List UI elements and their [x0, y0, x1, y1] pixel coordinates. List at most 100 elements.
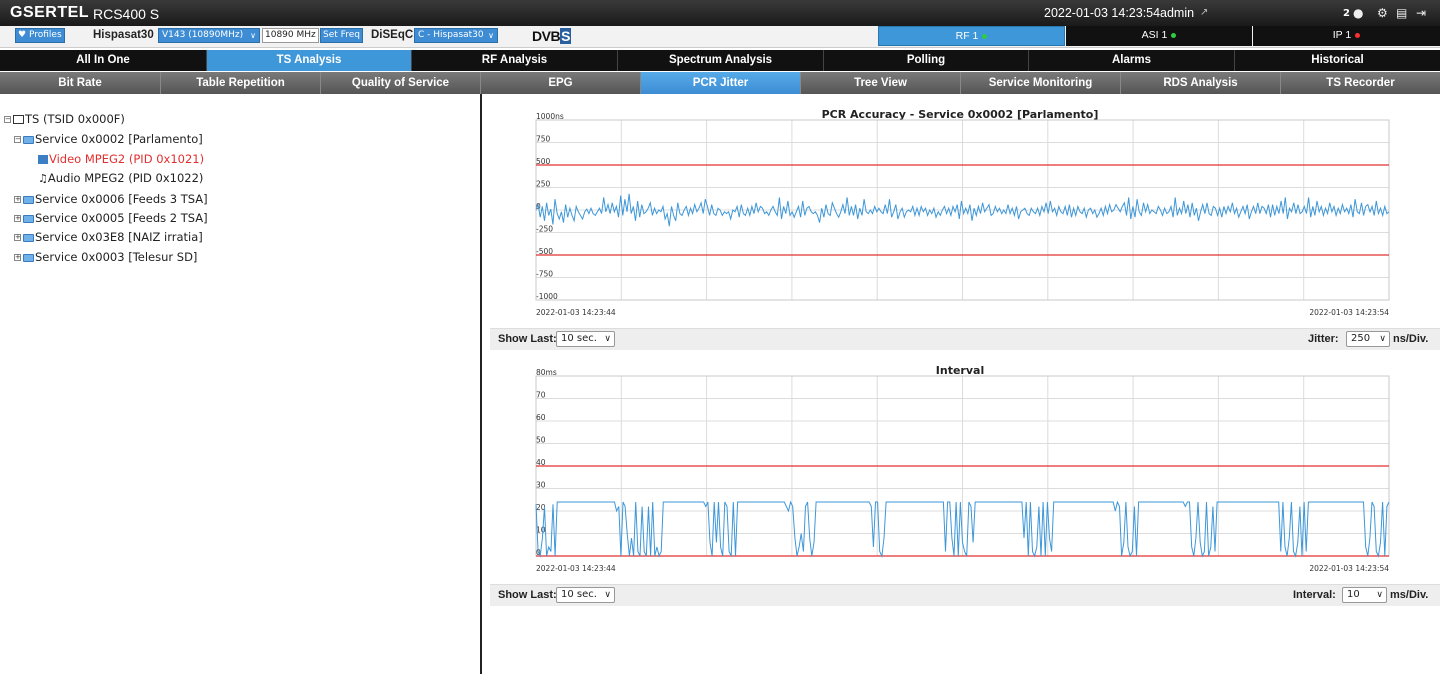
tree-node-audio[interactable]: ♫Audio MPEG2 (PID 0x1022)	[38, 171, 203, 185]
interval-value: 10	[1347, 589, 1360, 600]
chevron-down-icon: ∨	[604, 590, 611, 600]
tab-spectrum-analysis[interactable]: Spectrum Analysis	[618, 50, 824, 71]
diseqc-label: DiSEqC	[371, 29, 414, 41]
tree-label: Service 0x0002 [Parlamento]	[35, 132, 203, 146]
tree-node-service[interactable]: + Service 0x0006 [Feeds 3 TSA]	[14, 192, 208, 206]
tree-node-ts[interactable]: − TS (TSID 0x000F)	[4, 112, 125, 126]
show-last-select[interactable]: 10 sec. ∨	[556, 587, 615, 603]
transponder-value: V143 (10890MHz)	[162, 30, 244, 40]
brand-logo: GSERTEL	[10, 4, 90, 21]
tree-label: Service 0x0003 [Telesur SD]	[35, 250, 198, 264]
tab-service-monitoring[interactable]: Service Monitoring	[961, 72, 1121, 94]
input-selector: RF 1 ASI 1 IP 1	[878, 26, 1440, 47]
expand-icon[interactable]: +	[14, 196, 21, 203]
transponder-select[interactable]: V143 (10890MHz) ∨	[158, 28, 260, 43]
status-dot-icon	[1171, 32, 1177, 38]
expand-icon[interactable]: +	[14, 254, 21, 261]
connection-icon: ↗	[1200, 7, 1209, 18]
control-bar: ♥ Profiles Hispasat30 V143 (10890MHz) ∨ …	[0, 26, 1440, 48]
x-tick-label-start: 2022-01-03 14:23:44	[536, 564, 616, 573]
frequency-input[interactable]: 10890 MHz	[262, 28, 319, 43]
show-last-label: Show Last:	[498, 589, 557, 601]
x-tick-label-end: 2022-01-03 14:23:54	[1309, 564, 1389, 573]
jitter-unit: ns/Div.	[1393, 333, 1429, 345]
tab-all-in-one[interactable]: All In One	[0, 50, 207, 71]
input-tab-ip1[interactable]: IP 1	[1253, 26, 1440, 46]
tab-bit-rate[interactable]: Bit Rate	[0, 72, 161, 94]
tab-polling[interactable]: Polling	[824, 50, 1029, 71]
tab-table-repetition[interactable]: Table Repetition	[161, 72, 321, 94]
set-freq-button[interactable]: Set Freq	[320, 28, 363, 43]
video-icon	[38, 155, 48, 164]
input-tab-rf1[interactable]: RF 1	[878, 26, 1065, 46]
dvbs-logo: DVBS	[532, 28, 571, 44]
diseqc-value: C - Hispasat30	[418, 30, 484, 40]
app-root: GSERTEL RCS400 S 2022-01-03 14:23:54 adm…	[0, 0, 1440, 674]
tree-node-service[interactable]: + Service 0x0005 [Feeds 2 TSA]	[14, 211, 208, 225]
current-datetime: 2022-01-03 14:23:54	[1044, 6, 1161, 20]
profiles-button[interactable]: ♥ Profiles	[15, 28, 65, 43]
interval-label: Interval:	[1293, 589, 1336, 601]
tree-label: Service 0x0005 [Feeds 2 TSA]	[35, 211, 208, 225]
chevron-down-icon: ∨	[1376, 590, 1383, 600]
input-label: IP 1	[1332, 29, 1352, 41]
interval-unit: ms/Div.	[1390, 589, 1429, 601]
dvb-logo-text: DVB	[532, 28, 561, 44]
print-icon[interactable]: ▤	[1396, 6, 1407, 20]
input-tab-asi1[interactable]: ASI 1	[1066, 26, 1252, 46]
tab-ts-recorder[interactable]: TS Recorder	[1281, 72, 1440, 94]
tab-historical[interactable]: Historical	[1235, 50, 1440, 71]
folder-icon	[23, 135, 34, 144]
expand-icon[interactable]: +	[14, 234, 21, 241]
input-label: ASI 1	[1141, 29, 1168, 41]
logout-icon[interactable]: ⇥	[1416, 6, 1426, 20]
jitter-label: Jitter:	[1308, 333, 1339, 345]
user-icon[interactable]: ●	[1353, 6, 1363, 20]
message-count: 2	[1343, 8, 1350, 19]
interval-select[interactable]: 10 ∨	[1342, 587, 1387, 603]
dvb-logo-s: S	[560, 28, 571, 44]
tab-tree-view[interactable]: Tree View	[801, 72, 961, 94]
tab-ts-analysis[interactable]: TS Analysis	[207, 50, 412, 71]
tab-rds-analysis[interactable]: RDS Analysis	[1121, 72, 1281, 94]
interval-chart: Interval80ms7060504030201002022-01-03 14…	[535, 364, 1390, 573]
tree-node-video[interactable]: Video MPEG2 (PID 0x1021)	[38, 152, 204, 166]
current-user[interactable]: admin	[1160, 6, 1194, 20]
show-last-value: 10 sec.	[561, 333, 597, 344]
gear-icon[interactable]: ⚙	[1377, 6, 1388, 20]
tree-label: Service 0x0006 [Feeds 3 TSA]	[35, 192, 208, 206]
x-tick-label-end: 2022-01-03 14:23:54	[1309, 308, 1389, 317]
tree-label: Audio MPEG2 (PID 0x1022)	[47, 171, 204, 185]
x-tick-label-start: 2022-01-03 14:23:44	[536, 308, 616, 317]
music-note-icon: ♫	[38, 172, 48, 185]
tab-quality-of-service[interactable]: Quality of Service	[321, 72, 481, 94]
folder-icon	[23, 195, 34, 204]
interval-controls: Show Last: 10 sec. ∨ Interval: 10 ∨ ms/Div…	[490, 584, 1440, 606]
tab-epg[interactable]: EPG	[481, 72, 641, 94]
diseqc-select[interactable]: C - Hispasat30 ∨	[414, 28, 498, 43]
status-dot-icon	[982, 33, 988, 39]
tab-alarms[interactable]: Alarms	[1029, 50, 1235, 71]
heart-icon: ♥	[18, 30, 27, 40]
expand-icon[interactable]: +	[14, 215, 21, 222]
tree-node-service[interactable]: + Service 0x03E8 [NAIZ irratia]	[14, 230, 203, 244]
tab-rf-analysis[interactable]: RF Analysis	[412, 50, 618, 71]
jitter-select[interactable]: 250 ∨	[1346, 331, 1390, 347]
chevron-down-icon: ∨	[1379, 334, 1386, 344]
collapse-icon[interactable]: −	[14, 136, 21, 143]
pcr-controls: Show Last: 10 sec. ∨ Jitter: 250 ∨ ns/Div.	[490, 328, 1440, 350]
chevron-down-icon: ∨	[250, 31, 256, 40]
tab-pcr-jitter[interactable]: PCR Jitter	[641, 72, 801, 94]
tree-node-service-open[interactable]: − Service 0x0002 [Parlamento]	[14, 132, 203, 146]
input-label: RF 1	[955, 30, 979, 42]
y-tick-label: 30	[536, 481, 546, 490]
y-tick-label: -750	[536, 270, 553, 279]
collapse-icon[interactable]: −	[4, 116, 11, 123]
status-dot-icon	[1355, 32, 1361, 38]
chart-title: Interval	[936, 364, 984, 377]
show-last-label: Show Last:	[498, 333, 557, 345]
tree-node-service[interactable]: + Service 0x0003 [Telesur SD]	[14, 250, 197, 264]
service-tree-panel: − TS (TSID 0x000F) − Service 0x0002 [Parla…	[0, 94, 482, 674]
tree-label: TS (TSID 0x000F)	[25, 112, 125, 126]
show-last-select[interactable]: 10 sec. ∨	[556, 331, 615, 347]
